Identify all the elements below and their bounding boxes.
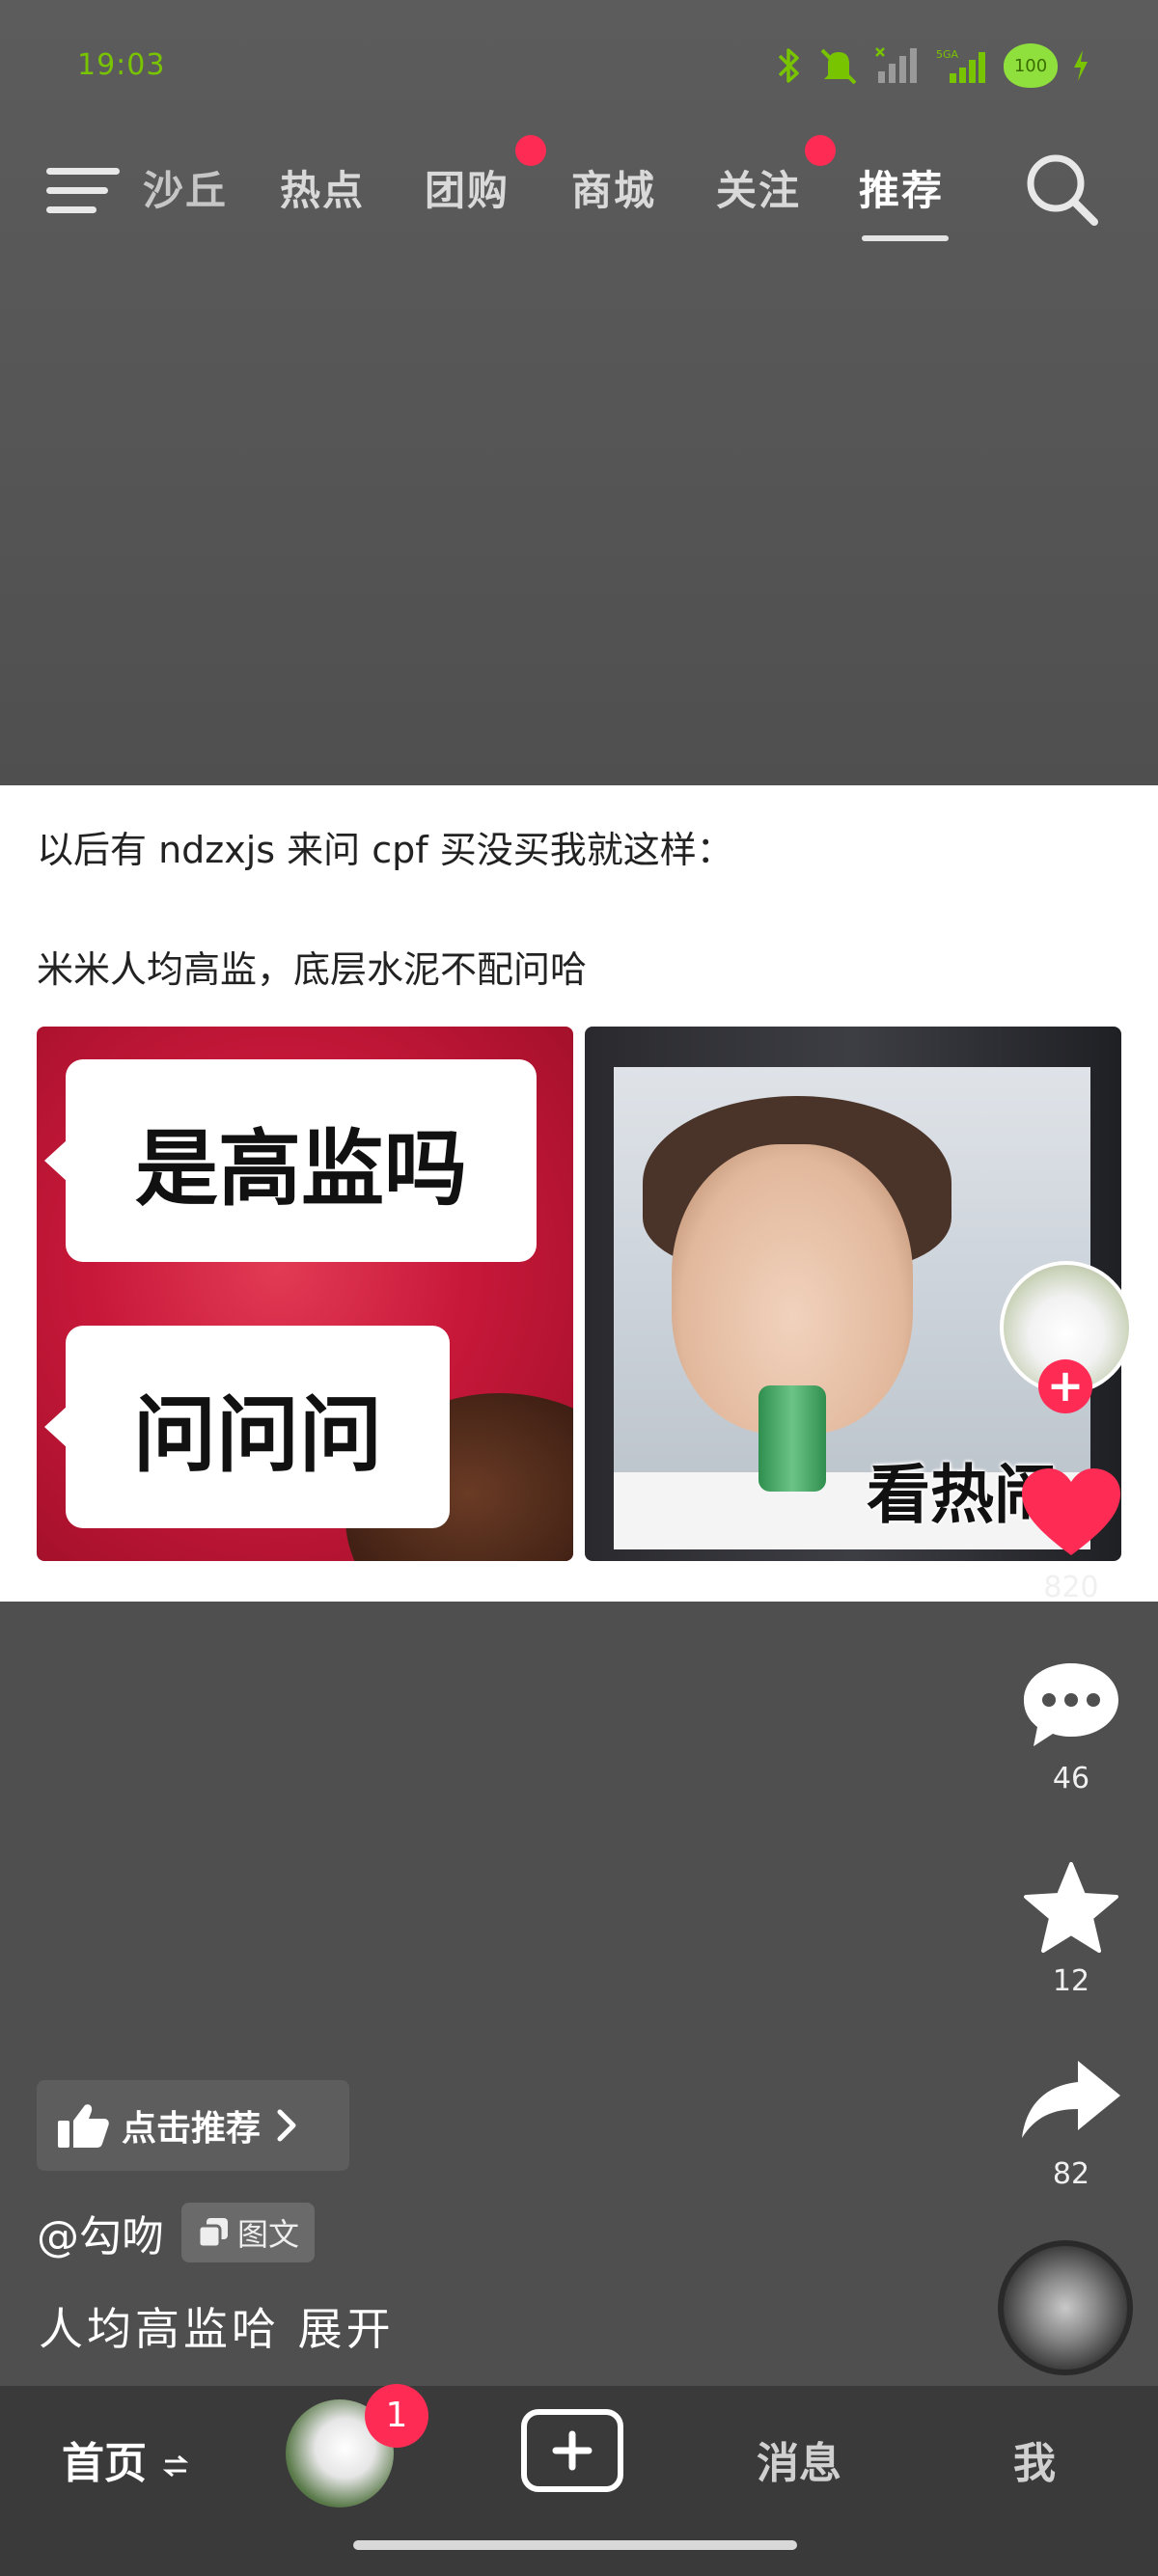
nav-home[interactable]: 首页: [62, 2428, 190, 2490]
chevron-right-icon: [277, 2109, 296, 2142]
tab-notification-dot: [515, 135, 546, 166]
share-icon: [1022, 2061, 1120, 2138]
tab-shaqiu[interactable]: 沙丘: [143, 158, 228, 217]
tab-hot[interactable]: 热点: [280, 158, 365, 217]
network-label: 5GA: [936, 48, 959, 61]
post-type-label: 图文: [237, 2216, 300, 2253]
search-icon[interactable]: [1021, 149, 1102, 230]
bottom-nav: 首页 1 消息 我: [0, 2384, 1158, 2576]
mute-icon: [816, 44, 861, 87]
post-text-line1: 以后有 ndzxjs 来问 cpf 买没买我就这样：: [37, 829, 733, 871]
chat-bubble: 问问问: [44, 1326, 450, 1528]
comment-count: 46: [1052, 1762, 1090, 1795]
share-count: 82: [1052, 2157, 1090, 2191]
battery-icon: 100: [1004, 43, 1058, 88]
nav-home-label: 首页: [62, 2439, 147, 2488]
post-text-line2: 米米人均高监，底层水泥不配问哈: [37, 948, 588, 991]
gallery-icon: [197, 2218, 228, 2249]
charging-icon: [1071, 48, 1090, 83]
tab-recommend[interactable]: 推荐: [859, 158, 944, 217]
like-button[interactable]: 820: [1013, 1466, 1129, 1604]
bluetooth-icon: [774, 46, 803, 85]
swap-icon: [163, 2454, 189, 2478]
nav-me[interactable]: 我: [1013, 2428, 1056, 2490]
favorite-button[interactable]: 12: [1013, 1860, 1129, 1998]
favorite-count: 12: [1052, 1964, 1090, 1998]
recommend-label: 点击推荐: [122, 2109, 262, 2149]
active-tab-indicator: [862, 235, 949, 241]
post-content[interactable]: 以后有 ndzxjs 来问 cpf 买没买我就这样： 米米人均高监，底层水泥不配…: [0, 785, 1158, 1602]
friend-notification-badge: 1: [365, 2384, 428, 2448]
battery-level: 100: [1013, 55, 1048, 76]
share-button[interactable]: 82: [1013, 2053, 1129, 2191]
menu-icon[interactable]: [46, 160, 122, 222]
tab-group-buy[interactable]: 团购: [425, 158, 510, 217]
tab-mall[interactable]: 商城: [571, 158, 656, 217]
recommend-button[interactable]: 点击推荐: [37, 2080, 349, 2171]
status-icons: 5GA 100: [774, 39, 1090, 93]
post-type-tag: 图文: [181, 2203, 316, 2262]
chat-bubble: 是高监吗: [44, 1059, 537, 1262]
drink-can: [758, 1385, 826, 1492]
author-row: @勾吻 图文: [37, 2202, 316, 2263]
tab-notification-dot: [805, 135, 836, 166]
author-name[interactable]: @勾吻: [37, 2202, 164, 2263]
status-bar: 19:03 5GA 100: [0, 0, 1158, 135]
status-time: 19:03: [77, 48, 166, 82]
thumbs-up-icon: [58, 2104, 109, 2148]
create-post-button[interactable]: [521, 2409, 623, 2492]
comment-button[interactable]: 46: [1013, 1658, 1129, 1795]
like-count: 820: [1043, 1571, 1099, 1604]
post-description[interactable]: 人均高监哈 展开: [39, 2294, 395, 2358]
plus-icon: [552, 2430, 593, 2471]
top-nav: 沙丘 热点 团购 商城 关注 推荐: [0, 135, 1158, 251]
home-indicator: [353, 2540, 797, 2550]
comment-icon: [1024, 1663, 1118, 1746]
star-icon: [1024, 1862, 1118, 1953]
nav-messages[interactable]: 消息: [757, 2428, 841, 2490]
heart-icon: [1022, 1468, 1120, 1555]
tab-following[interactable]: 关注: [716, 158, 801, 217]
follow-plus-icon[interactable]: +: [1038, 1359, 1092, 1413]
signal-icon: [874, 46, 921, 85]
network-5g-icon: 5GA: [934, 46, 990, 85]
music-disc[interactable]: [998, 2240, 1133, 2375]
post-image-left[interactable]: 是高监吗 问问问: [37, 1027, 573, 1561]
